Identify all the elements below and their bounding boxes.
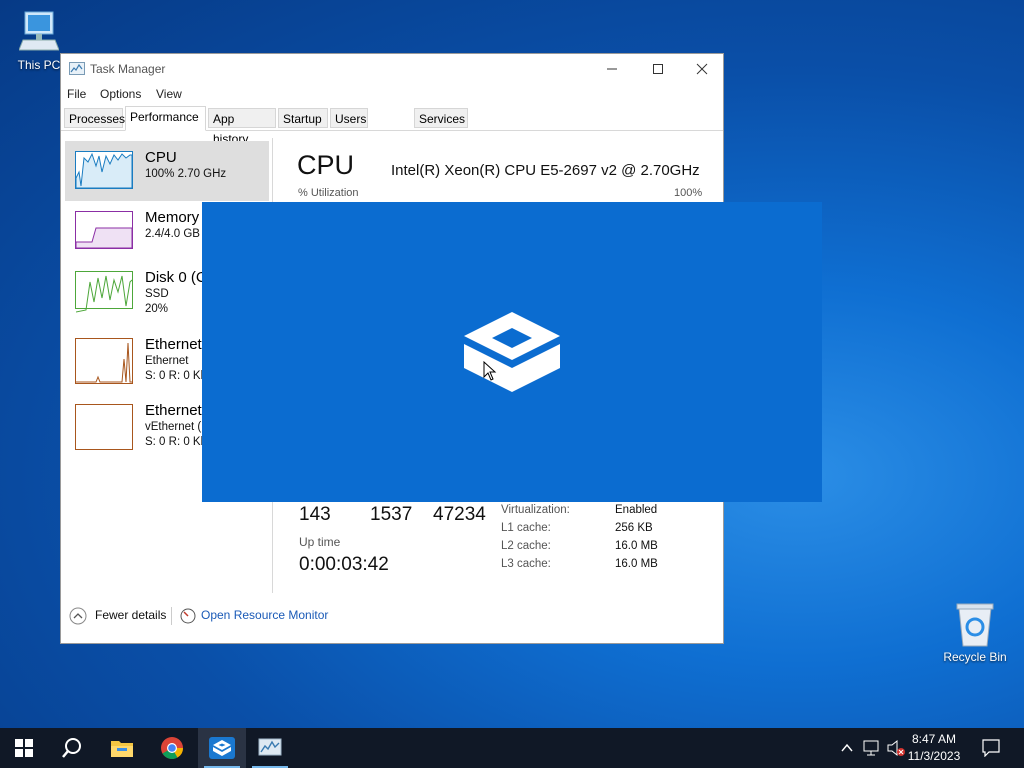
- sidebar-item-name: Ethernet: [145, 336, 202, 353]
- tab-app-history[interactable]: App history: [208, 108, 276, 146]
- notification-center-icon[interactable]: [982, 739, 1000, 757]
- open-resource-monitor-link[interactable]: Open Resource Monitor: [201, 608, 328, 622]
- tab-performance[interactable]: Performance: [125, 106, 206, 131]
- uptime-value: 0:00:03:42: [299, 554, 389, 575]
- sidebar-item-sub: 2.4/4.0 GB: [145, 228, 200, 240]
- taskbar: 8:47 AM 11/3/2023: [0, 728, 1024, 768]
- clock[interactable]: 8:47 AM 11/3/2023: [902, 731, 966, 765]
- detail-key: L1 cache:: [501, 522, 551, 534]
- page-title: CPU: [297, 150, 355, 180]
- search-button[interactable]: [48, 728, 96, 768]
- tab-processes[interactable]: Processes: [64, 108, 125, 128]
- sidebar-item-sub: 100% 2.70 GHz: [145, 168, 227, 180]
- divider: [171, 607, 172, 625]
- sandbox-splash-overlay: [202, 202, 822, 502]
- menu-bar: File Options View: [61, 84, 723, 104]
- maximize-button[interactable]: [635, 54, 681, 84]
- sidebar-item-sub2: S: 0 R: 0 Kb: [145, 436, 208, 448]
- chrome-icon: [161, 737, 183, 759]
- stat-value: 47234: [433, 504, 486, 525]
- chevron-up-icon[interactable]: [69, 607, 87, 625]
- utilization-max: 100%: [674, 187, 703, 199]
- sandbox-icon: [209, 737, 235, 759]
- sidebar-item-name: Disk 0 (C: [145, 269, 207, 286]
- network-icon[interactable]: [862, 739, 882, 757]
- uptime-label: Up time: [299, 535, 341, 549]
- close-icon: [696, 63, 708, 75]
- tab-services[interactable]: Services: [414, 108, 468, 128]
- task-manager-app-icon: [69, 62, 85, 75]
- taskbar-chrome[interactable]: [148, 728, 196, 768]
- taskbar-file-explorer[interactable]: [98, 728, 146, 768]
- cpu-mini-graph: [75, 151, 133, 189]
- detail-value: 16.0 MB: [615, 558, 658, 570]
- fewer-details-link[interactable]: Fewer details: [95, 608, 166, 622]
- menu-view[interactable]: View: [156, 87, 182, 101]
- sidebar-item-sub2: 20%: [145, 303, 169, 315]
- resource-monitor-icon: [180, 608, 196, 624]
- sidebar-item-sub2: S: 0 R: 0 Kb: [145, 370, 208, 382]
- maximize-icon: [653, 64, 663, 74]
- sidebar-item-name: Ethernet: [145, 402, 202, 419]
- sidebar-item-cpu[interactable]: CPU 100% 2.70 GHz: [65, 141, 269, 201]
- detail-key: L2 cache:: [501, 540, 551, 552]
- sidebar-item-sub: SSD: [145, 288, 169, 300]
- cpu-model-name: Intel(R) Xeon(R) CPU E5-2697 v2 @ 2.70GH…: [391, 162, 700, 179]
- tab-users[interactable]: Users: [330, 108, 368, 128]
- sidebar-item-sub: Ethernet: [145, 355, 189, 367]
- utilization-label: % Utilization: [298, 187, 359, 199]
- start-button[interactable]: [0, 728, 48, 768]
- memory-mini-graph: [75, 211, 133, 249]
- menu-file[interactable]: File: [67, 87, 86, 101]
- stat-value: 143: [299, 504, 331, 525]
- sidebar-item-name: Memory: [145, 209, 200, 226]
- desktop-icon-recycle-bin[interactable]: Recycle Bin: [940, 602, 1010, 664]
- windows-start-icon: [15, 739, 33, 757]
- taskbar-sandbox[interactable]: [198, 728, 246, 768]
- recycle-bin-icon: [956, 603, 994, 647]
- tab-strip: Processes Performance App history Startu…: [61, 106, 723, 146]
- chevron-up-icon[interactable]: [840, 741, 854, 755]
- vethernet-mini-graph: [75, 404, 133, 450]
- sandbox-logo-icon: [464, 312, 560, 392]
- sidebar-item-sub: vEthernet (: [145, 421, 202, 433]
- minimize-icon: [607, 68, 617, 70]
- window-title: Task Manager: [90, 62, 166, 76]
- detail-value: 256 KB: [615, 522, 653, 534]
- detail-value: Enabled: [615, 504, 658, 516]
- detail-value: 16.0 MB: [615, 540, 658, 552]
- desktop-icon-label: This PC: [17, 58, 61, 72]
- disk-mini-graph: [75, 271, 133, 313]
- clock-time: 8:47 AM: [911, 732, 957, 746]
- title-bar[interactable]: Task Manager: [61, 54, 723, 84]
- menu-options[interactable]: Options: [100, 87, 141, 101]
- clock-date: 11/3/2023: [907, 749, 961, 763]
- mouse-cursor-icon: [483, 361, 497, 381]
- window-footer: Fewer details Open Resource Monitor: [61, 593, 723, 643]
- stat-value: 1537: [370, 504, 413, 525]
- minimize-button[interactable]: [589, 54, 635, 84]
- computer-icon: [19, 11, 59, 51]
- file-explorer-icon: [111, 741, 133, 757]
- close-button[interactable]: [679, 54, 725, 84]
- search-icon: [62, 738, 81, 758]
- detail-key: L3 cache:: [501, 558, 551, 570]
- task-manager-icon: [258, 738, 282, 756]
- tab-startup[interactable]: Startup: [278, 108, 328, 128]
- desktop-icon-label: Recycle Bin: [943, 650, 1007, 664]
- sidebar-item-name: CPU: [145, 149, 177, 166]
- taskbar-task-manager[interactable]: [246, 728, 294, 768]
- detail-key: Virtualization:: [501, 504, 570, 516]
- ethernet-mini-graph: [75, 338, 133, 384]
